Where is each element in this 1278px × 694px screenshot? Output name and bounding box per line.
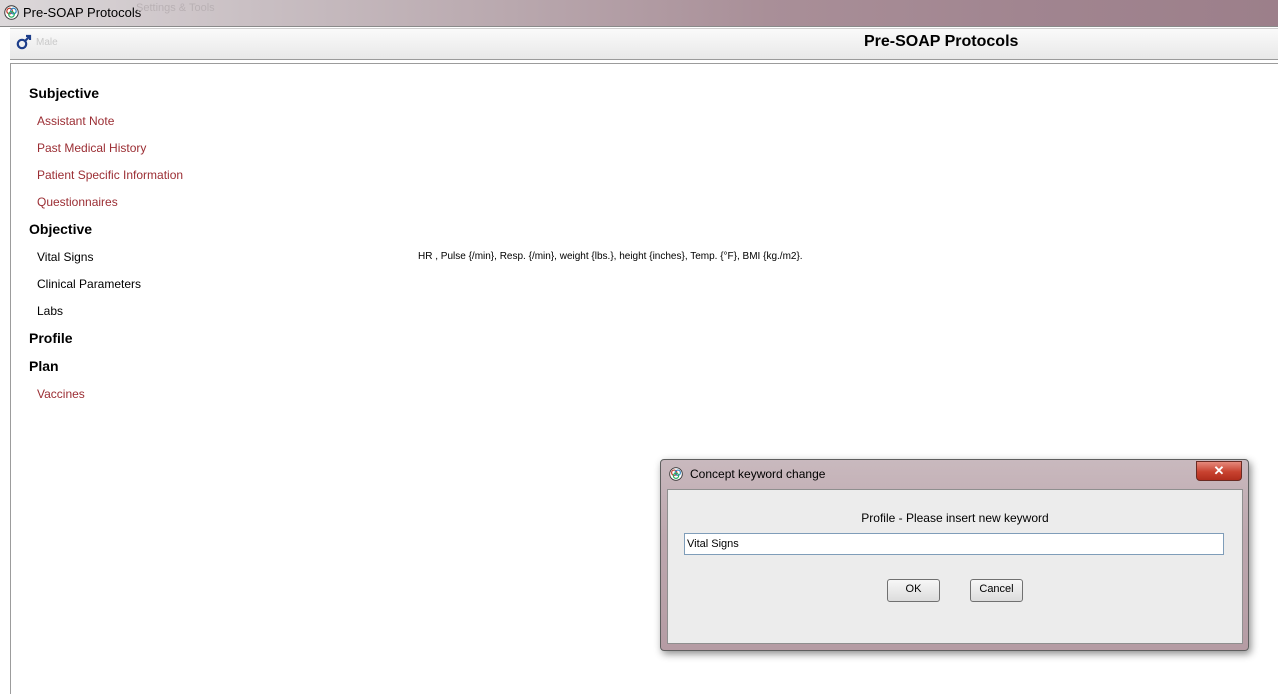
item-past-medical-history[interactable]: Past Medical History (37, 141, 146, 155)
section-plan: Plan (29, 358, 59, 374)
page-header: Male Pre-SOAP Protocols (10, 28, 1278, 60)
app-logo-icon (669, 467, 683, 481)
ok-button[interactable]: OK (887, 579, 940, 602)
vital-signs-summary: HR , Pulse {/min}, Resp. {/min}, weight … (418, 251, 803, 262)
concept-keyword-dialog: Concept keyword change ✕ Profile - Pleas… (660, 459, 1249, 651)
close-icon: ✕ (1213, 463, 1225, 478)
window-titlebar: Pre-SOAP Protocols Settings & Tools (0, 0, 1278, 27)
page-title: Pre-SOAP Protocols (864, 33, 1019, 50)
cancel-button[interactable]: Cancel (970, 579, 1023, 602)
item-clinical-parameters[interactable]: Clinical Parameters (37, 277, 141, 291)
close-button[interactable]: ✕ (1196, 461, 1242, 481)
section-subjective: Subjective (29, 85, 100, 101)
male-icon (16, 34, 32, 50)
dialog-title: Concept keyword change (690, 467, 826, 481)
item-assistant-note[interactable]: Assistant Note (37, 114, 114, 128)
patient-sex-label: Male (36, 37, 58, 48)
item-vital-signs[interactable]: Vital Signs (37, 250, 93, 264)
background-window-title: Settings & Tools (136, 2, 215, 14)
dialog-body: Profile - Please insert new keyword OK C… (667, 489, 1243, 644)
item-vaccines[interactable]: Vaccines (37, 387, 85, 401)
dialog-prompt: Profile - Please insert new keyword (861, 511, 1049, 525)
section-objective: Objective (29, 221, 93, 237)
item-labs[interactable]: Labs (37, 304, 63, 318)
app-logo-icon (4, 5, 19, 20)
item-patient-specific-information[interactable]: Patient Specific Information (37, 168, 183, 182)
section-profile: Profile (29, 330, 73, 346)
item-questionnaires[interactable]: Questionnaires (37, 195, 118, 209)
keyword-input[interactable] (684, 533, 1224, 555)
window-title: Pre-SOAP Protocols (23, 5, 142, 20)
